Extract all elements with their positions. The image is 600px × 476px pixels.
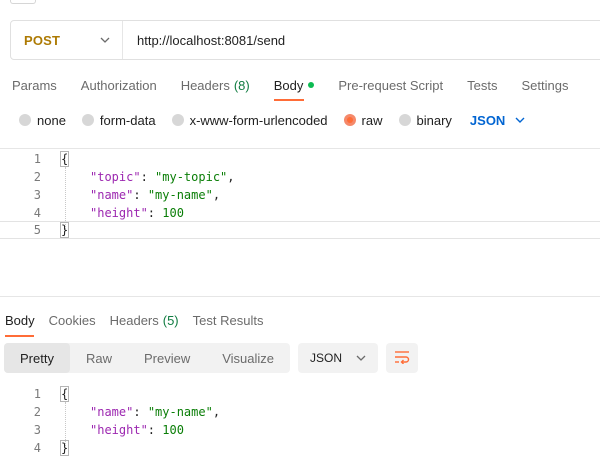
- window-top-edge: [0, 0, 600, 6]
- tab-label: Body: [273, 77, 304, 93]
- chevron-down-icon: [100, 37, 110, 43]
- url-input[interactable]: http://localhost:8081/send: [123, 33, 285, 48]
- status-dot-icon: [308, 82, 315, 88]
- editor-line: 1 {: [0, 385, 600, 403]
- editor-line: 4 }: [0, 439, 600, 457]
- tab-edge: [10, 0, 36, 4]
- radio-circle-icon: [398, 114, 411, 126]
- chevron-down-icon: [515, 117, 525, 123]
- tab-label: Tests: [467, 77, 498, 93]
- tab-cookies[interactable]: Cookies: [49, 313, 96, 328]
- tab-label: Headers: [180, 77, 230, 93]
- headers-count: (8): [233, 77, 250, 93]
- editor-line: 4 "height": 100: [0, 204, 600, 222]
- code-text: "topic": "my-topic",: [90, 170, 235, 184]
- radio-none[interactable]: none: [19, 113, 66, 128]
- radio-label: raw: [361, 112, 383, 128]
- code-text: "height": 100: [90, 423, 184, 437]
- response-toolbar: Pretty Raw Preview Visualize JSON: [4, 343, 419, 373]
- method-label: POST: [24, 32, 61, 48]
- radio-label: binary: [416, 112, 452, 128]
- line-number: 1: [33, 152, 41, 166]
- response-body-viewer[interactable]: 1 { 2 "name": "my-name", 3 "height": 100…: [0, 384, 600, 476]
- tab-body[interactable]: Body: [274, 78, 315, 93]
- tab-pre-request-script[interactable]: Pre-request Script: [338, 78, 443, 93]
- radio-raw[interactable]: raw: [343, 112, 383, 128]
- tab-label: Authorization: [80, 77, 157, 93]
- response-format-select[interactable]: JSON: [298, 343, 379, 373]
- code-text: {: [59, 386, 70, 402]
- response-format-label: JSON: [310, 351, 343, 365]
- response-tabs: Body Cookies Headers (5) Test Results: [5, 311, 277, 329]
- radio-label: form-data: [99, 112, 156, 128]
- editor-line: 2 "name": "my-name",: [0, 403, 600, 421]
- radio-circle-icon: [19, 114, 31, 126]
- line-number: 3: [33, 188, 41, 202]
- tab-response-headers[interactable]: Headers (5): [110, 313, 179, 328]
- tab-label: Test Results: [192, 312, 264, 328]
- view-preview[interactable]: Preview: [128, 343, 206, 373]
- code-text: "name": "my-name",: [90, 405, 221, 419]
- code-text: {: [59, 151, 70, 167]
- tab-label: Headers: [109, 312, 159, 328]
- radio-label: x-www-form-urlencoded: [189, 112, 328, 128]
- tab-params[interactable]: Params: [12, 78, 57, 93]
- tab-response-body[interactable]: Body: [5, 313, 35, 328]
- method-select[interactable]: POST: [11, 21, 123, 59]
- tab-label: Body: [5, 312, 35, 328]
- tab-label: Pre-request Script: [338, 77, 444, 93]
- line-number: 3: [33, 423, 41, 437]
- code-text: "height": 100: [90, 206, 184, 220]
- chevron-down-icon: [356, 355, 366, 361]
- tab-test-results[interactable]: Test Results: [193, 313, 264, 328]
- wrap-lines-icon: [394, 350, 410, 367]
- line-number: 1: [33, 387, 41, 401]
- code-text: }: [59, 222, 70, 238]
- editor-line-current: 5 }: [0, 221, 600, 239]
- tab-headers[interactable]: Headers (8): [181, 78, 250, 93]
- body-format-label: JSON: [469, 112, 506, 128]
- body-format-select[interactable]: JSON: [470, 113, 525, 128]
- tab-tests[interactable]: Tests: [467, 78, 497, 93]
- headers-count: (5): [162, 312, 179, 328]
- tab-authorization[interactable]: Authorization: [81, 78, 157, 93]
- radio-x-www-form-urlencoded[interactable]: x-www-form-urlencoded: [171, 112, 328, 128]
- tab-label: Params: [12, 77, 57, 93]
- radio-circle-icon: [81, 114, 94, 126]
- url-bar: POST http://localhost:8081/send: [10, 20, 600, 60]
- radio-circle-icon: [171, 114, 184, 126]
- editor-line: 3 "name": "my-name",: [0, 186, 600, 204]
- editor-line: 1 {: [0, 150, 600, 168]
- body-type-radios: none form-data x-www-form-urlencoded raw…: [19, 111, 525, 129]
- radio-selected-icon: [343, 114, 356, 126]
- editor-line: 3 "height": 100: [0, 421, 600, 439]
- tab-settings[interactable]: Settings: [521, 78, 568, 93]
- code-text: "name": "my-name",: [90, 188, 221, 202]
- tab-label: Settings: [521, 77, 569, 93]
- active-tab-indicator: [274, 99, 304, 101]
- wrap-lines-button[interactable]: [386, 343, 419, 373]
- view-pretty[interactable]: Pretty: [4, 343, 70, 373]
- tab-label: Cookies: [48, 312, 96, 328]
- line-number: 4: [33, 206, 41, 220]
- view-visualize[interactable]: Visualize: [206, 343, 290, 373]
- code-text: }: [59, 440, 70, 456]
- radio-binary[interactable]: binary: [398, 112, 452, 128]
- view-mode-switcher: Pretty Raw Preview Visualize: [4, 343, 291, 373]
- view-raw[interactable]: Raw: [70, 343, 128, 373]
- request-body-editor[interactable]: 1 { 2 "topic": "my-topic", 3 "name": "my…: [0, 148, 600, 297]
- radio-form-data[interactable]: form-data: [81, 112, 156, 128]
- editor-line: 2 "topic": "my-topic",: [0, 168, 600, 186]
- radio-label: none: [37, 112, 66, 128]
- line-number: 4: [33, 441, 41, 455]
- request-tabs: Params Authorization Headers (8) Body Pre…: [12, 76, 592, 94]
- active-tab-indicator: [5, 335, 34, 337]
- line-number: 2: [33, 405, 41, 419]
- line-number: 5: [33, 223, 41, 237]
- line-number: 2: [33, 170, 41, 184]
